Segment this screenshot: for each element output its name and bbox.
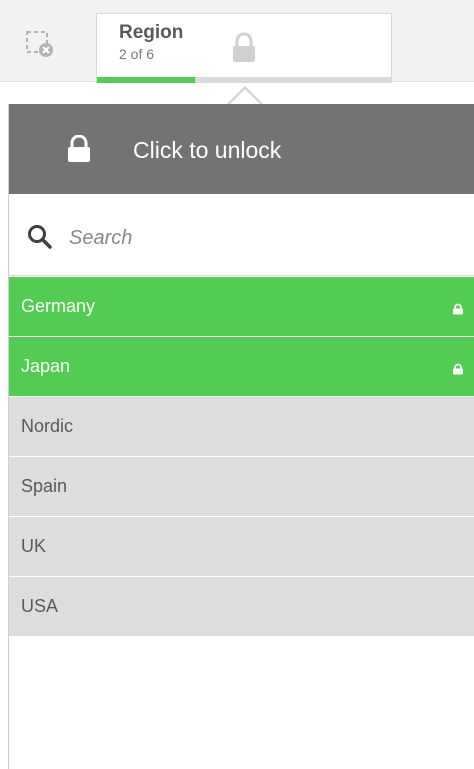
list-item[interactable]: Spain bbox=[9, 457, 474, 516]
search-icon bbox=[27, 224, 53, 255]
selection-state-bar-fill bbox=[97, 77, 195, 83]
list-item-label: Germany bbox=[21, 296, 96, 316]
search-box[interactable] bbox=[9, 200, 474, 276]
selection-count: 2 of 6 bbox=[119, 46, 155, 62]
lock-icon bbox=[452, 359, 464, 380]
lock-icon bbox=[67, 134, 91, 168]
lock-icon bbox=[452, 299, 464, 320]
list-item-label: USA bbox=[21, 596, 59, 616]
list-item[interactable]: Japan bbox=[9, 337, 474, 396]
clear-selections-button[interactable] bbox=[14, 20, 66, 68]
field-selection-tab[interactable]: Region 2 of 6 bbox=[96, 13, 392, 83]
clear-selections-icon bbox=[26, 31, 53, 57]
selection-state-bar bbox=[97, 77, 391, 83]
list-item[interactable]: UK bbox=[9, 517, 474, 576]
list-item[interactable]: Nordic bbox=[9, 397, 474, 456]
lock-icon bbox=[231, 32, 257, 69]
search-input[interactable] bbox=[67, 222, 451, 254]
value-list: Germany Japan Nordic Spain UK USA bbox=[9, 277, 474, 637]
list-item[interactable]: USA bbox=[9, 577, 474, 636]
list-item-label: Spain bbox=[21, 476, 68, 496]
list-item[interactable]: Germany bbox=[9, 277, 474, 336]
click-to-unlock-button[interactable]: Click to unlock bbox=[9, 104, 474, 194]
field-name: Region bbox=[119, 22, 184, 43]
unlock-label: Click to unlock bbox=[133, 137, 282, 163]
selections-bar: Region 2 of 6 bbox=[0, 0, 474, 83]
list-item-label: Nordic bbox=[21, 416, 74, 436]
listbox-popover: Click to unlock Germany Japan Nordic Spain U… bbox=[8, 104, 474, 769]
list-item-label: UK bbox=[21, 536, 47, 556]
list-item-label: Japan bbox=[21, 356, 71, 376]
